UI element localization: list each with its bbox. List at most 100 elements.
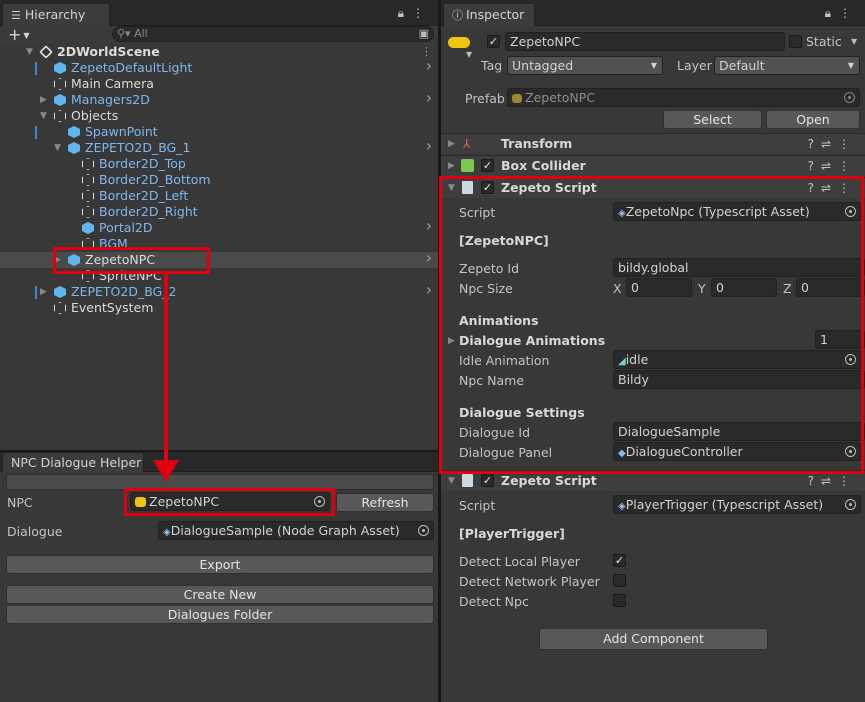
- foldout-collapsed-icon[interactable]: ▶: [40, 92, 47, 108]
- settings-sliders-icon[interactable]: ⇌: [821, 474, 838, 488]
- detect-local-player-checkbox[interactable]: ✓: [613, 554, 626, 567]
- hierarchy-item[interactable]: ZepetoDefaultLight ›: [0, 58, 438, 76]
- chevron-right-icon[interactable]: ›: [426, 250, 432, 266]
- more-menu-icon[interactable]: ⋮: [412, 6, 432, 20]
- foldout-arrow-icon[interactable]: ▼: [448, 471, 455, 491]
- foldout-expanded-icon[interactable]: ▼: [54, 140, 61, 156]
- select-button[interactable]: Select: [663, 110, 762, 129]
- detect-npc-checkbox[interactable]: [613, 594, 626, 607]
- more-menu-icon[interactable]: ⋮: [838, 159, 857, 173]
- add-component-button[interactable]: Add Component: [539, 628, 768, 650]
- layer-dropdown[interactable]: Default ▼: [714, 56, 860, 75]
- active-checkbox[interactable]: ✓: [487, 35, 500, 48]
- object-name-input[interactable]: ZepetoNPC: [505, 32, 785, 51]
- hierarchy-search-input[interactable]: ⚲▾ All ▣: [112, 26, 434, 42]
- chevron-right-icon[interactable]: ›: [426, 282, 432, 298]
- hierarchy-item[interactable]: Main Camera: [0, 76, 438, 92]
- lock-icon[interactable]: 🔒︎: [398, 6, 412, 20]
- asset-icon: ◈: [163, 527, 171, 538]
- more-menu-icon[interactable]: ⋮: [838, 137, 857, 151]
- hierarchy-item[interactable]: ▼ 2DWorldScene ⋮: [0, 44, 438, 60]
- scene-filter-icon[interactable]: ▣: [419, 27, 429, 41]
- transform-header[interactable]: ▶ ⅄ Transform ?⇌⋮: [441, 133, 865, 154]
- chevron-right-icon[interactable]: ›: [426, 138, 432, 154]
- prefab-label: Prefab: [465, 91, 505, 106]
- hierarchy-item-content: ZepetoDefaultLight: [54, 60, 192, 76]
- chevron-right-icon[interactable]: ›: [426, 218, 432, 234]
- help-icon[interactable]: ?: [808, 159, 821, 173]
- typescript-asset-icon: ◈: [618, 501, 626, 512]
- layer-label: Layer: [677, 58, 712, 73]
- detect-network-player-checkbox[interactable]: [613, 574, 626, 587]
- detect-network-player-label: Detect Network Player: [459, 574, 600, 589]
- hierarchy-item[interactable]: Border2D_Right: [0, 204, 438, 220]
- prefab-field: ZepetoNPC: [507, 88, 860, 107]
- tab-npc-dialogue-helper[interactable]: NPC Dialogue Helper: [2, 452, 144, 472]
- lock-icon[interactable]: 🔒︎: [825, 6, 839, 20]
- player-script-field[interactable]: ◈PlayerTrigger (Typescript Asset): [613, 495, 861, 514]
- zepeto-script-checkbox[interactable]: ✓: [481, 474, 494, 487]
- tab-hierarchy[interactable]: ☰ Hierarchy: [2, 3, 110, 26]
- dropdown-arrow-icon[interactable]: ▼: [466, 50, 472, 59]
- add-button[interactable]: + ▼: [8, 25, 30, 44]
- open-button[interactable]: Open: [766, 110, 860, 129]
- gameobject-icon: [448, 37, 470, 48]
- foldout-expanded-icon[interactable]: ▼: [40, 108, 47, 124]
- help-icon[interactable]: ?: [808, 474, 821, 488]
- prefab-override-bar: [35, 286, 37, 299]
- foldout-arrow-icon[interactable]: ▶: [448, 156, 455, 176]
- settings-sliders-icon[interactable]: ⇌: [821, 137, 838, 151]
- chevron-right-icon[interactable]: ›: [426, 58, 432, 74]
- hierarchy-item-content: Portal2D: [82, 220, 153, 236]
- tag-dropdown[interactable]: Untagged ▼: [507, 56, 663, 75]
- chevron-down-icon: ▼: [650, 61, 657, 70]
- prefab-cube-icon: [54, 286, 66, 298]
- more-menu-icon[interactable]: ⋮: [839, 6, 859, 20]
- highlight-box-hierarchy-npc: [53, 247, 210, 274]
- dialogues-folder-button[interactable]: Dialogues Folder: [6, 605, 434, 624]
- hierarchy-item[interactable]: ▼ Objects: [0, 108, 438, 124]
- box-collider-checkbox[interactable]: ✓: [481, 159, 494, 172]
- hierarchy-item[interactable]: ▼ ZEPETO2D_BG_1 ›: [0, 138, 438, 156]
- box-collider-header[interactable]: ▶ ✓ Box Collider ?⇌⋮: [441, 155, 865, 176]
- prefab-icon: [512, 94, 522, 103]
- object-picker-icon[interactable]: [845, 499, 856, 510]
- gameobject-cube-icon: [82, 158, 94, 170]
- refresh-button[interactable]: Refresh: [336, 493, 434, 512]
- hierarchy-item[interactable]: Portal2D ›: [0, 218, 438, 236]
- hierarchy-item-content: Border2D_Top: [82, 156, 186, 172]
- dialogue-object-field[interactable]: ◈DialogueSample (Node Graph Asset): [158, 521, 434, 540]
- static-checkbox[interactable]: [789, 35, 802, 48]
- list-icon: ☰: [11, 9, 21, 22]
- hierarchy-item-label: Managers2D: [71, 92, 150, 107]
- static-label: Static: [806, 34, 842, 49]
- box-collider-icon: [461, 159, 474, 172]
- object-picker-icon[interactable]: [418, 525, 429, 536]
- settings-sliders-icon[interactable]: ⇌: [821, 159, 838, 173]
- hierarchy-panel: ☰ Hierarchy 🔒︎⋮ + ▼ ⚲▾ All ▣ ▼ 2DWorldScene…: [0, 0, 438, 450]
- hierarchy-item-content: 2DWorldScene: [39, 44, 160, 60]
- hierarchy-item[interactable]: SpawnPoint: [0, 124, 438, 140]
- chevron-down-icon: ▼: [847, 61, 854, 70]
- foldout-arrow-icon[interactable]: ▶: [448, 134, 455, 154]
- help-icon[interactable]: ?: [808, 137, 821, 151]
- hierarchy-item[interactable]: Border2D_Top: [0, 156, 438, 172]
- hierarchy-item-content: Main Camera: [54, 76, 154, 92]
- tab-inspector[interactable]: ⓘ Inspector: [443, 3, 535, 26]
- hierarchy-item[interactable]: ▶ ZEPETO2D_BG_2 ›: [0, 282, 438, 300]
- hierarchy-item-label: Main Camera: [71, 76, 154, 91]
- hierarchy-item[interactable]: EventSystem: [0, 300, 438, 316]
- foldout-collapsed-icon[interactable]: ▶: [40, 284, 47, 300]
- red-arrow-head: [153, 460, 179, 482]
- chevron-right-icon[interactable]: ›: [426, 90, 432, 106]
- create-new-button[interactable]: Create New: [6, 585, 434, 604]
- more-menu-icon[interactable]: ⋮: [838, 474, 857, 488]
- hierarchy-item[interactable]: Border2D_Bottom: [0, 172, 438, 188]
- hierarchy-item[interactable]: Border2D_Left: [0, 188, 438, 204]
- hierarchy-item[interactable]: ▶ Managers2D ›: [0, 90, 438, 108]
- export-button[interactable]: Export: [6, 555, 434, 574]
- static-dropdown-icon[interactable]: ▼: [851, 37, 857, 46]
- inspector-tabbar: ⓘ Inspector 🔒︎⋮: [441, 0, 865, 26]
- hierarchy-toolbar: + ▼ ⚲▾ All ▣: [0, 25, 438, 44]
- foldout-expanded-icon[interactable]: ▼: [26, 44, 33, 60]
